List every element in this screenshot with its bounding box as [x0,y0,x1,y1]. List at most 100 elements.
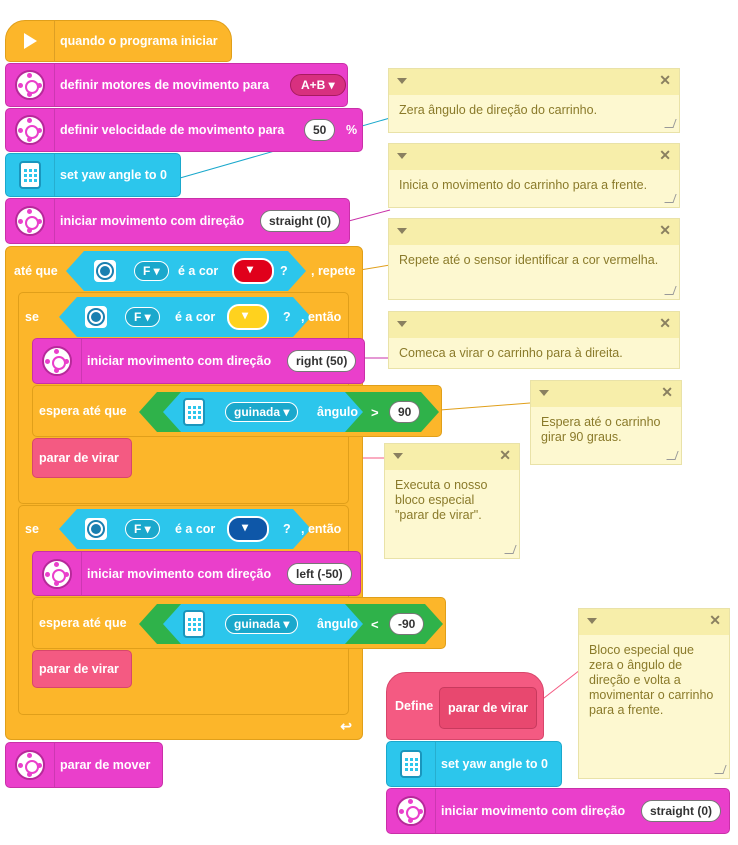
port-dropdown[interactable]: F ▾ [134,261,169,281]
sensor-dropdown[interactable]: guinada ▾ [225,614,299,634]
collapse-icon[interactable] [397,78,407,84]
comment-note[interactable]: ✕ Repete até o sensor identificar a cor … [388,218,680,300]
comparison-condition[interactable]: guinada ▾ ângulo > 90 [139,392,439,432]
question-mark: ? [283,522,291,536]
comment-note[interactable]: ✕ Comeca a virar o carrinho para à direi… [388,311,680,369]
question-mark: ? [280,264,288,278]
comment-note[interactable]: ✕ Executa o nosso bloco especial "parar … [384,443,520,559]
value-input[interactable]: -90 [389,613,425,635]
start-moving-left-block[interactable]: iniciar movimento com direção left (-50) [32,551,361,596]
resize-handle-icon[interactable] [664,286,677,295]
resize-handle-icon[interactable] [664,119,677,128]
motor-icon [6,109,55,151]
set-movement-motors-block[interactable]: definir motores de movimento para A+B ▾ [5,63,348,107]
color-sensor-icon [92,258,118,284]
comment-text: Inicia o movimento do carrinho para a fr… [399,178,648,192]
if-condition[interactable]: F ▾ é a cor ? [59,509,311,549]
close-icon[interactable]: ✕ [659,73,671,88]
collapse-icon[interactable] [397,321,407,327]
collapse-icon[interactable] [397,153,407,159]
direction-input[interactable]: right (50) [287,350,357,372]
repeat-condition[interactable]: F ▾ é a cor ? [66,251,306,291]
hub-icon [183,398,205,426]
if-prefix: se [25,522,39,536]
direction-input[interactable]: straight (0) [641,800,722,822]
block-label: parar de virar [39,451,119,465]
close-icon[interactable]: ✕ [659,148,671,163]
comment-note[interactable]: ✕ Inicia o movimento do carrinho para a … [388,143,680,208]
define-name-slot[interactable]: parar de virar [439,687,537,729]
comparison-condition[interactable]: guinada ▾ ângulo < -90 [139,604,443,644]
color-picker[interactable] [227,516,269,542]
close-icon[interactable]: ✕ [659,223,671,238]
start-moving-block[interactable]: iniciar movimento com direção straight (… [5,198,350,244]
define-name: parar de virar [448,701,528,715]
resize-handle-icon[interactable] [664,194,677,203]
motor-icon [6,199,55,243]
speed-input[interactable]: 50 [304,119,336,141]
comment-text: Espera até o carrinho girar 90 graus. [541,415,661,444]
resize-handle-icon[interactable] [504,545,517,554]
block-label: definir motores de movimento para [60,78,270,92]
block-label: definir velocidade de movimento para [60,123,285,137]
stop-turning-call-block[interactable]: parar de virar [32,438,132,478]
block-label: iniciar movimento com direção [87,354,272,368]
value-input[interactable]: 90 [389,401,421,423]
color-sensor-icon [83,304,109,330]
operator: < [371,616,379,632]
collapse-icon[interactable] [393,453,403,459]
percent-unit: % [346,123,358,137]
if-suffix: , então [301,310,342,324]
repeat-suffix: , repete [311,264,356,278]
block-label: parar de mover [60,758,151,772]
close-icon[interactable]: ✕ [709,613,721,628]
close-icon[interactable]: ✕ [499,448,511,463]
resize-handle-icon[interactable] [714,765,727,774]
set-yaw-angle-block[interactable]: set yaw angle to 0 [5,153,181,197]
motor-port-dropdown[interactable]: A+B ▾ [290,74,346,96]
block-label: quando o programa iniciar [60,34,218,48]
property-label: ângulo [317,405,358,419]
start-moving-block[interactable]: iniciar movimento com direção straight (… [386,788,730,834]
block-label: iniciar movimento com direção [441,804,626,818]
close-icon[interactable]: ✕ [659,316,671,331]
color-picker[interactable] [227,304,269,330]
motor-icon [33,552,82,595]
operator: > [371,404,379,420]
set-movement-speed-block[interactable]: definir velocidade de movimento para 50 … [5,108,363,152]
direction-input[interactable]: left (-50) [287,562,352,585]
color-picker[interactable] [232,258,274,284]
motor-icon [387,789,436,833]
comment-note[interactable]: ✕ Zera ângulo de direção do carrinho. [388,68,680,133]
sensor-dropdown[interactable]: guinada ▾ [225,402,299,422]
condition-label: é a cor [175,310,216,324]
port-dropdown[interactable]: F ▾ [125,519,160,539]
block-label: espera até que [39,404,127,418]
if-prefix: se [25,310,39,324]
hub-icon [183,610,205,638]
stop-turning-call-block[interactable]: parar de virar [32,650,132,688]
comment-note[interactable]: ✕ Bloco especial que zera o ângulo de di… [578,608,730,779]
define-label: Define [395,699,434,713]
if-condition[interactable]: F ▾ é a cor ? [59,297,311,337]
wait-until-block[interactable]: espera até que guinada ▾ ângulo > 90 [32,385,442,437]
collapse-icon[interactable] [587,618,597,624]
close-icon[interactable]: ✕ [661,385,673,400]
collapse-icon[interactable] [539,390,549,396]
if-suffix: , então [301,522,342,536]
comment-text: Comeca a virar o carrinho para à direita… [399,346,623,360]
block-label: set yaw angle to 0 [441,757,548,771]
motor-icon [6,743,55,787]
direction-input[interactable]: straight (0) [260,210,341,232]
collapse-icon[interactable] [397,228,407,234]
comment-note[interactable]: ✕ Espera até o carrinho girar 90 graus. [530,380,682,465]
set-yaw-angle-block[interactable]: set yaw angle to 0 [386,741,562,787]
when-program-starts-block[interactable]: quando o programa iniciar [5,20,232,62]
start-moving-right-block[interactable]: iniciar movimento com direção right (50) [32,338,365,384]
wait-until-block[interactable]: espera até que guinada ▾ ângulo < -90 [32,597,446,649]
stop-moving-block[interactable]: parar de mover [5,742,163,788]
define-block[interactable]: Define parar de virar [386,672,544,740]
resize-handle-icon[interactable] [666,451,679,460]
comment-text: Repete até o sensor identificar a cor ve… [399,253,659,267]
port-dropdown[interactable]: F ▾ [125,307,160,327]
